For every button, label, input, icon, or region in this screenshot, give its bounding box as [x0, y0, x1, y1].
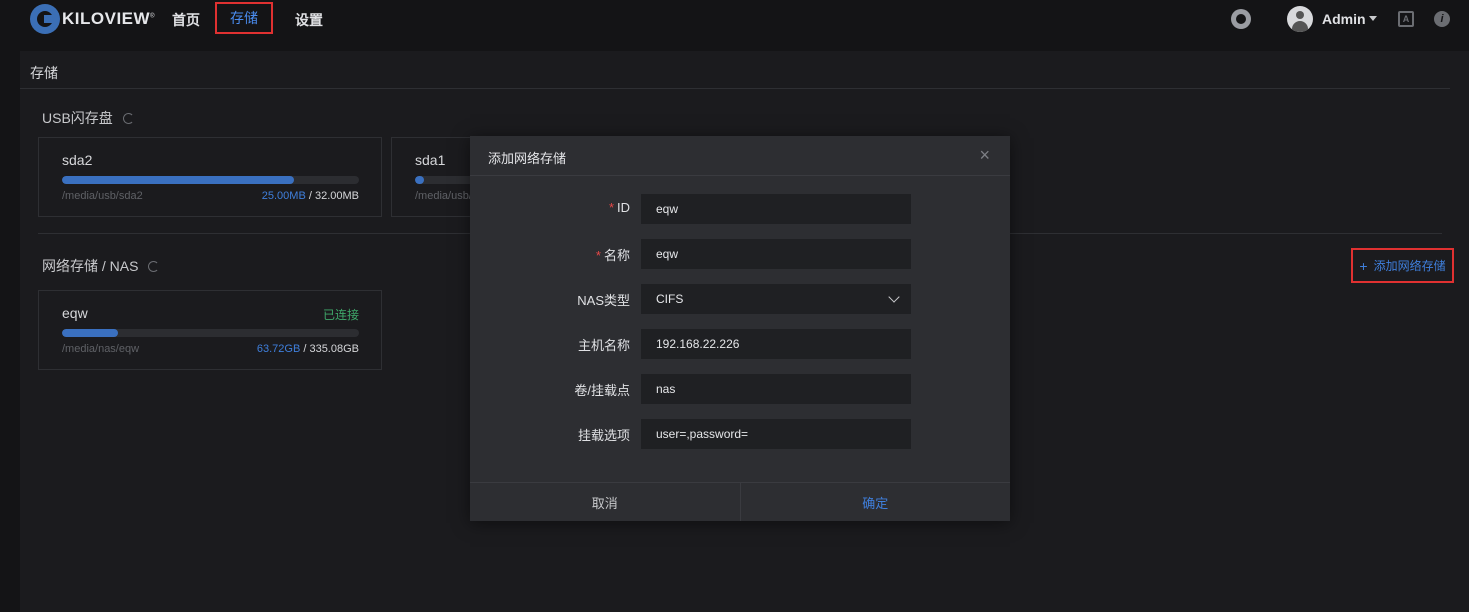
- form-row-volume: 卷/挂载点: [470, 374, 1010, 404]
- usb-section-title: USB闪存盘: [42, 108, 134, 128]
- usage-bar: [62, 176, 359, 184]
- status-badge: 已连接: [322, 308, 359, 322]
- usage-bar-fill: [415, 176, 424, 184]
- name-input[interactable]: [641, 239, 911, 269]
- id-label: ID: [617, 200, 630, 215]
- name-label: 名称: [603, 248, 630, 263]
- kiloview-logo[interactable]: KILOVIEW®: [30, 4, 155, 34]
- card-name: sda1: [415, 152, 446, 168]
- used-size: 25.00MB: [261, 190, 306, 202]
- nav-storage[interactable]: 存储: [215, 2, 273, 34]
- form-row-host: 主机名称: [470, 329, 1010, 359]
- add-nas-button[interactable]: + 添加网络存储: [1351, 248, 1454, 283]
- host-input[interactable]: [641, 329, 911, 359]
- nas-section-title: 网络存储 / NAS: [42, 256, 160, 276]
- plus-icon: +: [1359, 257, 1368, 274]
- chevron-down-icon[interactable]: [1369, 16, 1377, 21]
- language-icon[interactable]: A: [1398, 11, 1414, 27]
- host-label: 主机名称: [577, 338, 630, 353]
- usage-bar: [62, 329, 359, 337]
- volume-input[interactable]: [641, 374, 911, 404]
- brand-registered-mark: ®: [150, 13, 155, 20]
- nas-section-label: 网络存储 / NAS: [42, 258, 139, 274]
- id-input[interactable]: [641, 194, 911, 224]
- card-path: /media/nas/eqw: [62, 343, 140, 355]
- form-row-nas-type: NAS类型 CIFS: [470, 284, 1010, 314]
- support-icon[interactable]: [1231, 9, 1251, 29]
- logo-mark-icon: [30, 4, 60, 34]
- usage-bar-fill: [62, 329, 119, 337]
- add-nas-dialog: 添加网络存储 × *ID *名称 NAS类型 CIFS 主机名称 卷/挂载点 挂…: [470, 136, 1010, 521]
- required-mark: *: [608, 200, 614, 215]
- card-path: /media/usb/sda2: [62, 190, 143, 202]
- usb-section-label: USB闪存盘: [42, 110, 113, 126]
- nav-settings[interactable]: 设置: [295, 10, 323, 30]
- card-name: sda2: [62, 152, 93, 168]
- nas-type-select[interactable]: CIFS: [641, 284, 911, 314]
- card-size: 63.72GB / 335.08GB: [257, 343, 359, 355]
- used-size: 63.72GB: [256, 343, 301, 355]
- form-row-id: * ID: [470, 194, 1010, 224]
- nas-type-label: NAS类型: [577, 293, 630, 308]
- card-size: 25.00MB / 32.00MB: [262, 190, 359, 202]
- add-nas-label: 添加网络存储: [1373, 259, 1446, 273]
- usage-bar-fill: [62, 176, 294, 184]
- dialog-header: 添加网络存储 ×: [470, 136, 1010, 176]
- refresh-icon[interactable]: [122, 112, 134, 124]
- info-icon[interactable]: i: [1434, 11, 1450, 27]
- dialog-footer: 取消 确定: [470, 482, 1010, 521]
- refresh-icon[interactable]: [148, 260, 160, 272]
- options-label: 挂载选项: [577, 428, 630, 443]
- usb-card-sda2[interactable]: sda2 /media/usb/sda2 25.00MB / 32.00MB: [38, 137, 382, 217]
- page-title: 存储: [30, 65, 58, 81]
- nas-card-eqw[interactable]: eqw 已连接 /media/nas/eqw 63.72GB / 335.08G…: [38, 290, 382, 370]
- required-mark: *: [595, 248, 601, 263]
- user-name[interactable]: Admin: [1322, 11, 1366, 27]
- avatar[interactable]: [1287, 6, 1313, 32]
- total-size: 335.08GB: [309, 343, 359, 355]
- volume-label: 卷/挂载点: [574, 383, 630, 398]
- options-input[interactable]: [641, 419, 911, 449]
- form-row-options: 挂载选项: [470, 419, 1010, 449]
- dialog-title: 添加网络存储: [488, 151, 567, 166]
- divider: [20, 88, 1450, 89]
- nav-home[interactable]: 首页: [172, 10, 200, 30]
- card-name: eqw: [62, 305, 88, 321]
- confirm-button[interactable]: 确定: [741, 483, 1011, 521]
- brand-name: KILOVIEW: [62, 9, 151, 28]
- total-size: 32.00MB: [314, 190, 359, 202]
- cancel-button[interactable]: 取消: [470, 483, 741, 521]
- form-row-name: * 名称: [470, 239, 1010, 269]
- top-bar: KILOVIEW® 首页 存储 设置 Admin A i: [0, 0, 1469, 40]
- size-separator: /: [305, 190, 315, 202]
- close-icon[interactable]: ×: [979, 145, 990, 166]
- nas-type-value: CIFS: [656, 292, 684, 306]
